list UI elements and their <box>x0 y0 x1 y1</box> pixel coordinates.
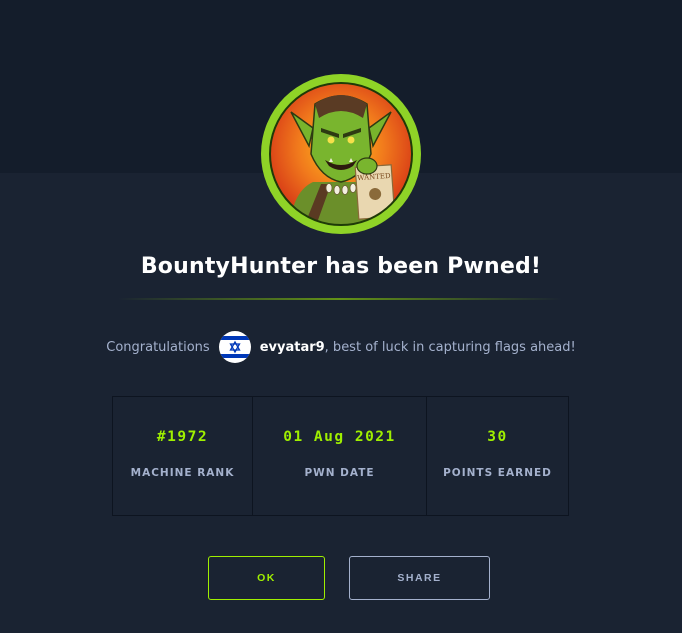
machine-rank-label: MACHINE RANK <box>130 467 235 479</box>
congratulations-message: Congratulations evyatar9 , best of luck … <box>0 330 682 364</box>
ok-button[interactable]: OK <box>208 556 325 600</box>
stat-pwn-date: 01 Aug 2021 PWN DATE <box>252 397 426 515</box>
stat-machine-rank: #1972 MACHINE RANK <box>113 397 252 515</box>
goblin-avatar-icon: WANTED <box>269 82 413 226</box>
stats-panel: #1972 MACHINE RANK 01 Aug 2021 PWN DATE … <box>112 396 569 516</box>
pwn-date-label: PWN DATE <box>304 467 375 479</box>
stat-points-earned: 30 POINTS EARNED <box>426 397 568 515</box>
machine-avatar: WANTED <box>261 74 421 234</box>
points-earned-value: 30 <box>487 429 508 445</box>
congrats-suffix: , best of luck in capturing flags ahead! <box>324 339 576 355</box>
pwn-date-value: 01 Aug 2021 <box>283 429 396 445</box>
title-divider <box>118 298 562 300</box>
machine-rank-value: #1972 <box>156 429 209 445</box>
share-button[interactable]: SHARE <box>349 556 490 600</box>
israel-flag-icon <box>218 331 251 363</box>
username-link[interactable]: evyatar9 <box>260 340 325 355</box>
page-title: BountyHunter has been Pwned! <box>140 254 542 279</box>
points-earned-label: POINTS EARNED <box>443 467 552 479</box>
congrats-prefix: Congratulations <box>106 339 210 355</box>
